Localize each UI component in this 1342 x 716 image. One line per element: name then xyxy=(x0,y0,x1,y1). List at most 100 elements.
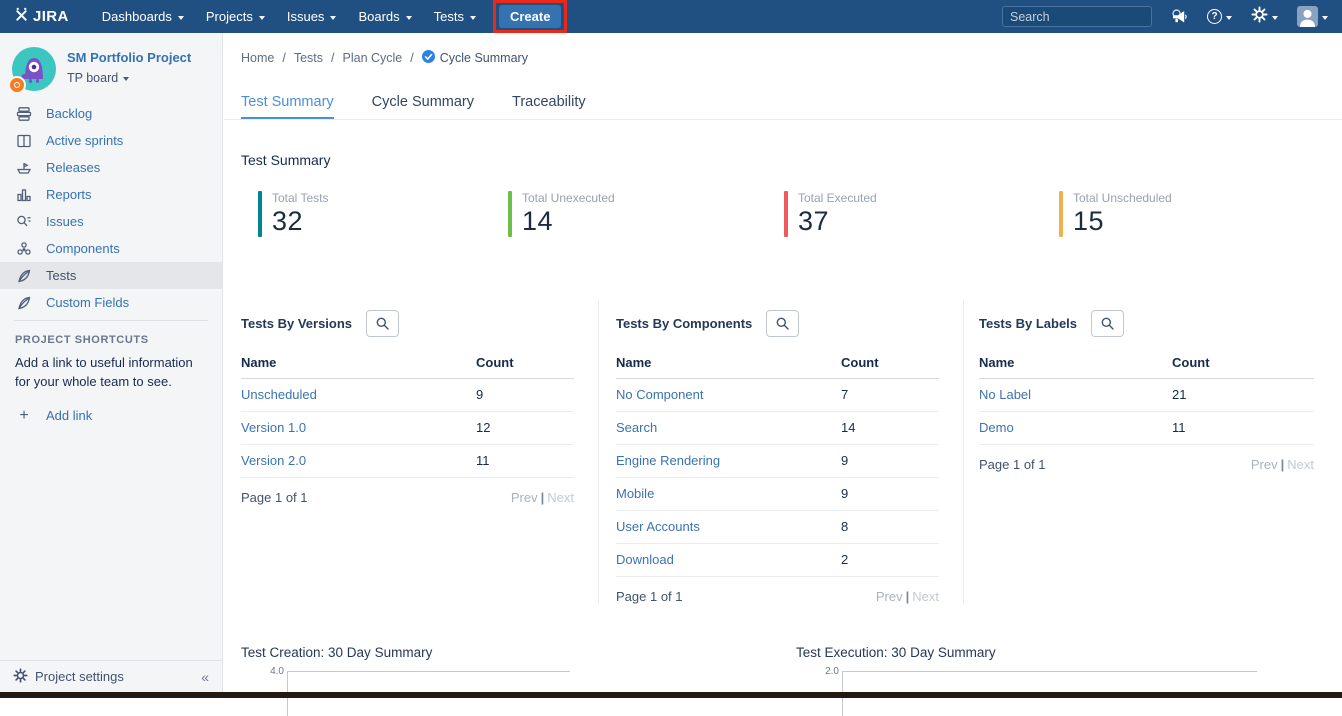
component-link[interactable]: User Accounts xyxy=(616,519,700,534)
help-icon xyxy=(1207,9,1222,24)
tables-section: Tests By Versions Name Count Unscheduled xyxy=(224,300,1342,604)
component-link[interactable]: Download xyxy=(616,552,674,567)
project-name-link[interactable]: SM Portfolio Project xyxy=(67,50,191,67)
settings-menu[interactable] xyxy=(1251,5,1278,28)
jira-logo-text: JIRA xyxy=(33,8,69,25)
sidebar-item-active-sprints[interactable]: Active sprints xyxy=(0,127,222,154)
tests-by-labels-panel: Tests By Labels Name Count No Label 21 D… xyxy=(964,300,1342,604)
column-header-name: Name xyxy=(241,350,476,379)
pager: Prev | Next xyxy=(510,490,574,505)
help-menu[interactable] xyxy=(1207,9,1232,24)
label-link[interactable]: Demo xyxy=(979,420,1014,435)
stat-color-bar xyxy=(1059,191,1063,237)
search-input[interactable] xyxy=(1010,9,1171,24)
chart-title: Test Creation: 30 Day Summary xyxy=(241,645,433,660)
next-button[interactable]: Next xyxy=(547,490,574,505)
page-indicator: Page 1 of 1 xyxy=(241,490,308,505)
pager: Prev | Next xyxy=(875,589,939,604)
test-execution-chart: Test Execution: 30 Day Summary 2.0 xyxy=(796,645,1257,716)
breadcrumb-home[interactable]: Home xyxy=(241,51,274,65)
custom-fields-icon xyxy=(15,294,33,312)
jira-logo[interactable]: JIRA xyxy=(14,7,69,26)
version-link[interactable]: Unscheduled xyxy=(241,387,317,402)
label-link[interactable]: No Label xyxy=(979,387,1031,402)
components-icon xyxy=(15,240,33,258)
backlog-icon xyxy=(15,105,33,123)
stat-color-bar xyxy=(784,191,788,237)
page-indicator: Page 1 of 1 xyxy=(979,457,1046,472)
sidebar-item-issues[interactable]: Issues xyxy=(0,208,222,235)
chevron-down-icon xyxy=(1226,15,1232,20)
table-row: Version 1.0 12 xyxy=(241,411,574,445)
add-link-button[interactable]: Add link xyxy=(15,407,222,425)
table-row: No Label 21 xyxy=(979,378,1314,412)
table-row: Mobile 9 xyxy=(616,477,939,511)
table-row: User Accounts 8 xyxy=(616,510,939,544)
table-row: Search 14 xyxy=(616,411,939,445)
project-settings-button[interactable]: Project settings « xyxy=(0,660,222,692)
component-link[interactable]: No Component xyxy=(616,387,703,402)
next-button[interactable]: Next xyxy=(912,589,939,604)
component-link[interactable]: Search xyxy=(616,420,657,435)
prev-button[interactable]: Prev xyxy=(511,490,538,505)
gear-icon xyxy=(13,667,28,686)
search-icon xyxy=(776,317,789,330)
collapse-sidebar-button[interactable]: « xyxy=(201,669,209,685)
breadcrumb-plan-cycle[interactable]: Plan Cycle xyxy=(343,51,403,65)
breadcrumb: Home / Tests / Plan Cycle / Cycle Summar… xyxy=(241,50,528,66)
version-link[interactable]: Version 2.0 xyxy=(241,453,306,468)
column-header-count: Count xyxy=(841,350,939,379)
tests-by-labels-table: Name Count No Label 21 Demo 11 xyxy=(979,350,1314,445)
breadcrumb-separator: / xyxy=(282,51,286,65)
reports-icon xyxy=(15,186,33,204)
component-link[interactable]: Engine Rendering xyxy=(616,453,720,468)
sidebar-item-tests[interactable]: Tests xyxy=(0,262,222,289)
sidebar-item-components[interactable]: Components xyxy=(0,235,222,262)
search-button[interactable] xyxy=(766,310,800,337)
prev-button[interactable]: Prev xyxy=(1251,457,1278,472)
sidebar-item-releases[interactable]: Releases xyxy=(0,154,222,181)
top-navbar: JIRA Dashboards Projects Issues Boards T… xyxy=(0,0,1342,33)
create-button[interactable]: Create xyxy=(498,5,562,28)
chevron-down-icon xyxy=(469,15,476,20)
breadcrumb-tests[interactable]: Tests xyxy=(294,51,323,65)
project-avatar[interactable] xyxy=(8,47,56,94)
chevron-down-icon xyxy=(1322,15,1328,20)
search-button[interactable] xyxy=(1091,310,1125,337)
nav-menu-tests[interactable]: Tests xyxy=(423,0,487,33)
component-link[interactable]: Mobile xyxy=(616,486,654,501)
annotation-highlight-box: Create xyxy=(492,0,568,33)
panel-title: Tests By Components xyxy=(616,316,753,331)
breadcrumb-separator: / xyxy=(331,51,335,65)
sidebar-divider xyxy=(14,320,208,321)
issues-icon xyxy=(15,213,33,231)
user-menu[interactable] xyxy=(1297,6,1328,27)
nav-menu-dashboards[interactable]: Dashboards xyxy=(91,0,195,33)
tab-test-summary[interactable]: Test Summary xyxy=(241,94,334,119)
window-bottom-edge xyxy=(0,692,1342,698)
table-row: No Component 7 xyxy=(616,378,939,412)
announcements-megaphone-icon[interactable] xyxy=(1171,9,1188,25)
search-button[interactable] xyxy=(366,310,400,337)
column-header-name: Name xyxy=(616,350,841,379)
board-switcher[interactable]: TP board xyxy=(67,71,191,85)
prev-button[interactable]: Prev xyxy=(876,589,903,604)
sidebar-item-backlog[interactable]: Backlog xyxy=(0,100,222,127)
chevron-down-icon xyxy=(258,15,265,20)
chevron-down-icon xyxy=(1272,15,1278,20)
sidebar-item-reports[interactable]: Reports xyxy=(0,181,222,208)
column-header-count: Count xyxy=(476,350,574,379)
version-link[interactable]: Version 1.0 xyxy=(241,420,306,435)
next-button[interactable]: Next xyxy=(1287,457,1314,472)
project-shortcuts-title: PROJECT SHORTCUTS xyxy=(15,334,149,346)
sidebar-item-custom-fields[interactable]: Custom Fields xyxy=(0,289,222,316)
chevron-down-icon xyxy=(123,76,130,81)
tab-traceability[interactable]: Traceability xyxy=(512,94,586,119)
nav-menu-boards[interactable]: Boards xyxy=(347,0,422,33)
nav-menu-projects[interactable]: Projects xyxy=(195,0,276,33)
panel-title: Tests By Versions xyxy=(241,316,353,331)
main-content: Home / Tests / Plan Cycle / Cycle Summar… xyxy=(224,33,1342,716)
nav-menu-issues[interactable]: Issues xyxy=(276,0,348,33)
tab-cycle-summary[interactable]: Cycle Summary xyxy=(372,94,474,119)
search-icon xyxy=(1101,317,1114,330)
